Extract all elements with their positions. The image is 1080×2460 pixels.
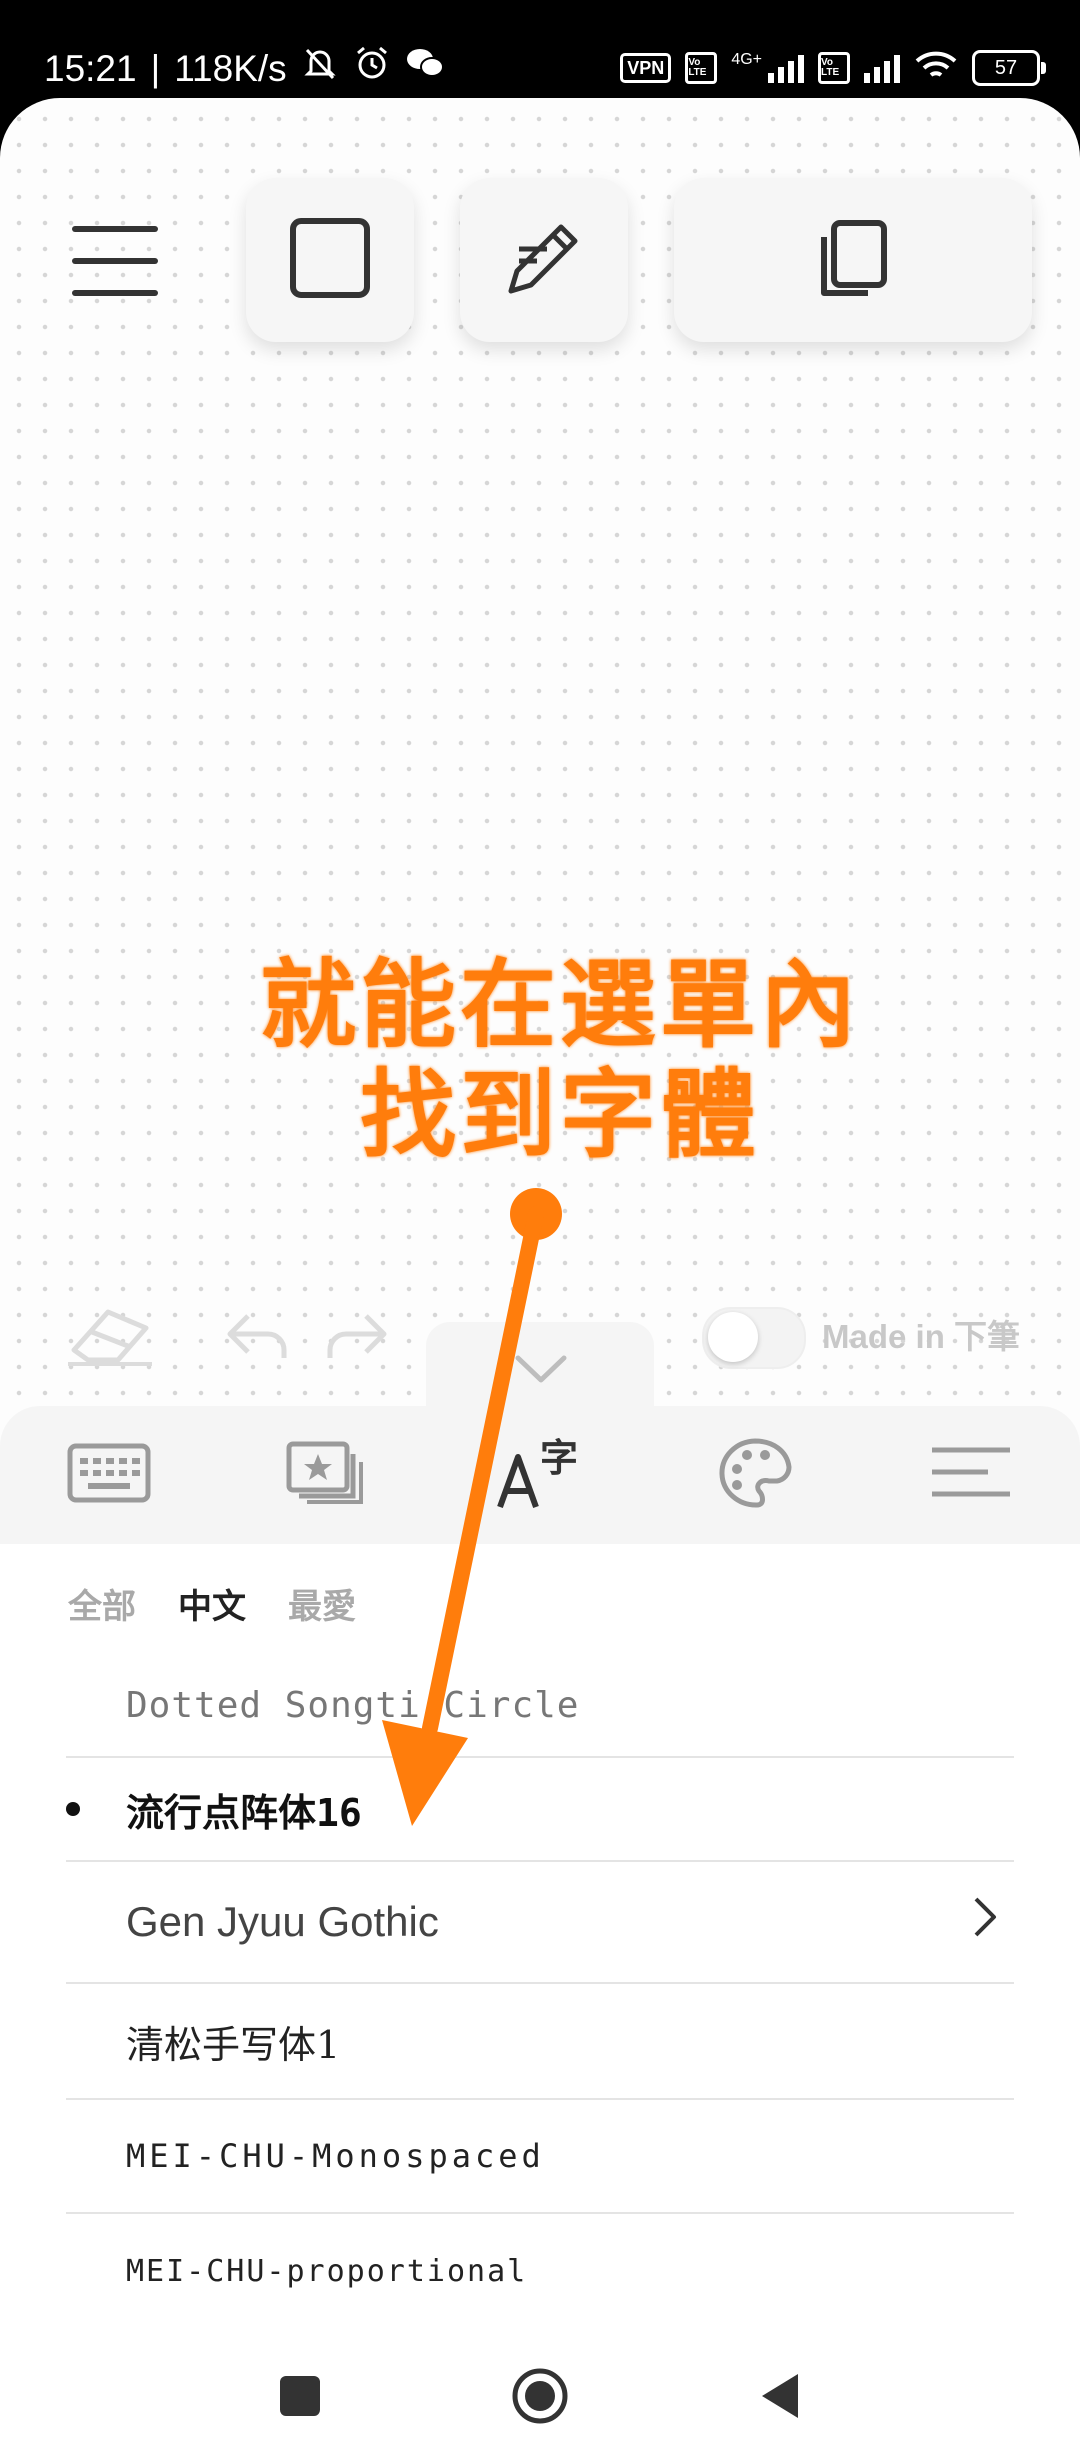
- status-net-speed: 118K/s: [174, 48, 287, 89]
- made-in-label: Made in 下筆: [822, 1318, 1021, 1355]
- status-time: 15:21: [44, 48, 137, 89]
- category-all[interactable]: 全部: [68, 1582, 136, 1632]
- made-in-toggle[interactable]: [702, 1307, 806, 1369]
- font-item-qingsong[interactable]: 清松手写体1: [66, 1984, 1014, 2100]
- signal-icon-2: [864, 53, 900, 83]
- font-item-dotted-songti[interactable]: Dotted Songti Circle: [66, 1654, 1014, 1758]
- pencil-icon: [499, 213, 589, 307]
- square-button[interactable]: [246, 178, 414, 342]
- font-category-tabs: 全部 中文 最愛: [68, 1582, 356, 1632]
- wifi-icon: [914, 49, 958, 87]
- chevron-right-icon: [972, 1895, 998, 1949]
- system-nav-bar: [0, 2350, 1080, 2460]
- font-item-liuxing-dianzhen[interactable]: 流行点阵体16: [66, 1758, 1014, 1862]
- category-chinese[interactable]: 中文: [178, 1582, 246, 1632]
- signal-icon-1: [768, 53, 804, 83]
- category-favorites[interactable]: 最愛: [288, 1582, 356, 1632]
- font-item-label: Gen Jyuu Gothic: [126, 1898, 439, 1945]
- font-item-label: 清松手写体1: [126, 2022, 341, 2067]
- wechat-icon: [405, 45, 445, 93]
- pencil-button[interactable]: [460, 178, 628, 342]
- chevron-down-icon: [514, 1352, 568, 1390]
- font-item-gen-jyuu-gothic[interactable]: Gen Jyuu Gothic: [66, 1862, 1014, 1984]
- stickers-icon: [285, 1440, 365, 1510]
- annotation-line-2: 找到字體: [360, 1058, 760, 1171]
- network-type: 4G+: [731, 51, 762, 68]
- tab-keyboard[interactable]: [64, 1440, 154, 1510]
- volte-badge-2: Vo LTE: [818, 52, 850, 84]
- font-panel: 全部 中文 最愛 Dotted Songti Circle 流行点阵体16 Ge…: [0, 1544, 1080, 2460]
- font-item-label: 流行点阵体16: [126, 1790, 362, 1835]
- font-item-label: MEI-CHU-proportional: [126, 2253, 528, 2289]
- copy-icon: [808, 213, 898, 307]
- keyboard-icon: [66, 1442, 152, 1508]
- palette-icon: [717, 1437, 793, 1513]
- tutorial-annotation: 就能在選單內 找到字體: [200, 950, 920, 1170]
- square-icon: [285, 213, 375, 307]
- font-item-label: MEI-CHU-Monospaced: [126, 2137, 545, 2175]
- tab-menu[interactable]: [926, 1440, 1016, 1510]
- battery-level: 57: [994, 56, 1018, 79]
- font-item-mei-chu-mono[interactable]: MEI-CHU-Monospaced: [66, 2100, 1014, 2214]
- menu-lines-icon: [928, 1442, 1014, 1508]
- panel-collapse-handle[interactable]: [426, 1322, 654, 1412]
- copy-button[interactable]: [674, 178, 1032, 342]
- home-icon[interactable]: [510, 2366, 570, 2430]
- undo-icon[interactable]: [222, 1308, 292, 1368]
- mute-bell-icon: [301, 44, 339, 94]
- status-separator: |: [150, 48, 161, 89]
- font-item-mei-chu-proportional[interactable]: MEI-CHU-proportional: [66, 2214, 1014, 2328]
- svg-text:字: 字: [540, 1436, 578, 1480]
- back-icon[interactable]: [758, 2372, 802, 2424]
- annotation-line-1: 就能在選單內: [260, 948, 860, 1061]
- selected-bullet-icon: [66, 1802, 80, 1816]
- panel-tab-bar: 字: [0, 1406, 1080, 1544]
- status-bar: 15:21 | 118K/s VPN Vo LTE 4G+ Vo LTE 57: [0, 0, 1080, 110]
- hamburger-icon[interactable]: [72, 226, 158, 298]
- redo-icon[interactable]: [322, 1308, 392, 1368]
- screen: 15:21 | 118K/s VPN Vo LTE 4G+ Vo LTE 57: [0, 0, 1080, 2460]
- tab-stickers[interactable]: [280, 1440, 370, 1510]
- tab-font[interactable]: 字: [492, 1436, 582, 1510]
- alarm-icon: [353, 44, 391, 94]
- font-item-label: Dotted Songti Circle: [126, 1684, 580, 1726]
- battery-icon: 57: [972, 50, 1046, 86]
- font-list: Dotted Songti Circle 流行点阵体16 Gen Jyuu Go…: [66, 1654, 1014, 2328]
- eraser-icon[interactable]: [64, 1302, 156, 1372]
- vpn-badge: VPN: [620, 53, 672, 83]
- recents-icon[interactable]: [278, 2374, 322, 2422]
- font-icon: 字: [494, 1435, 580, 1515]
- volte-badge-1: Vo LTE: [685, 52, 718, 84]
- tab-palette[interactable]: [710, 1437, 800, 1513]
